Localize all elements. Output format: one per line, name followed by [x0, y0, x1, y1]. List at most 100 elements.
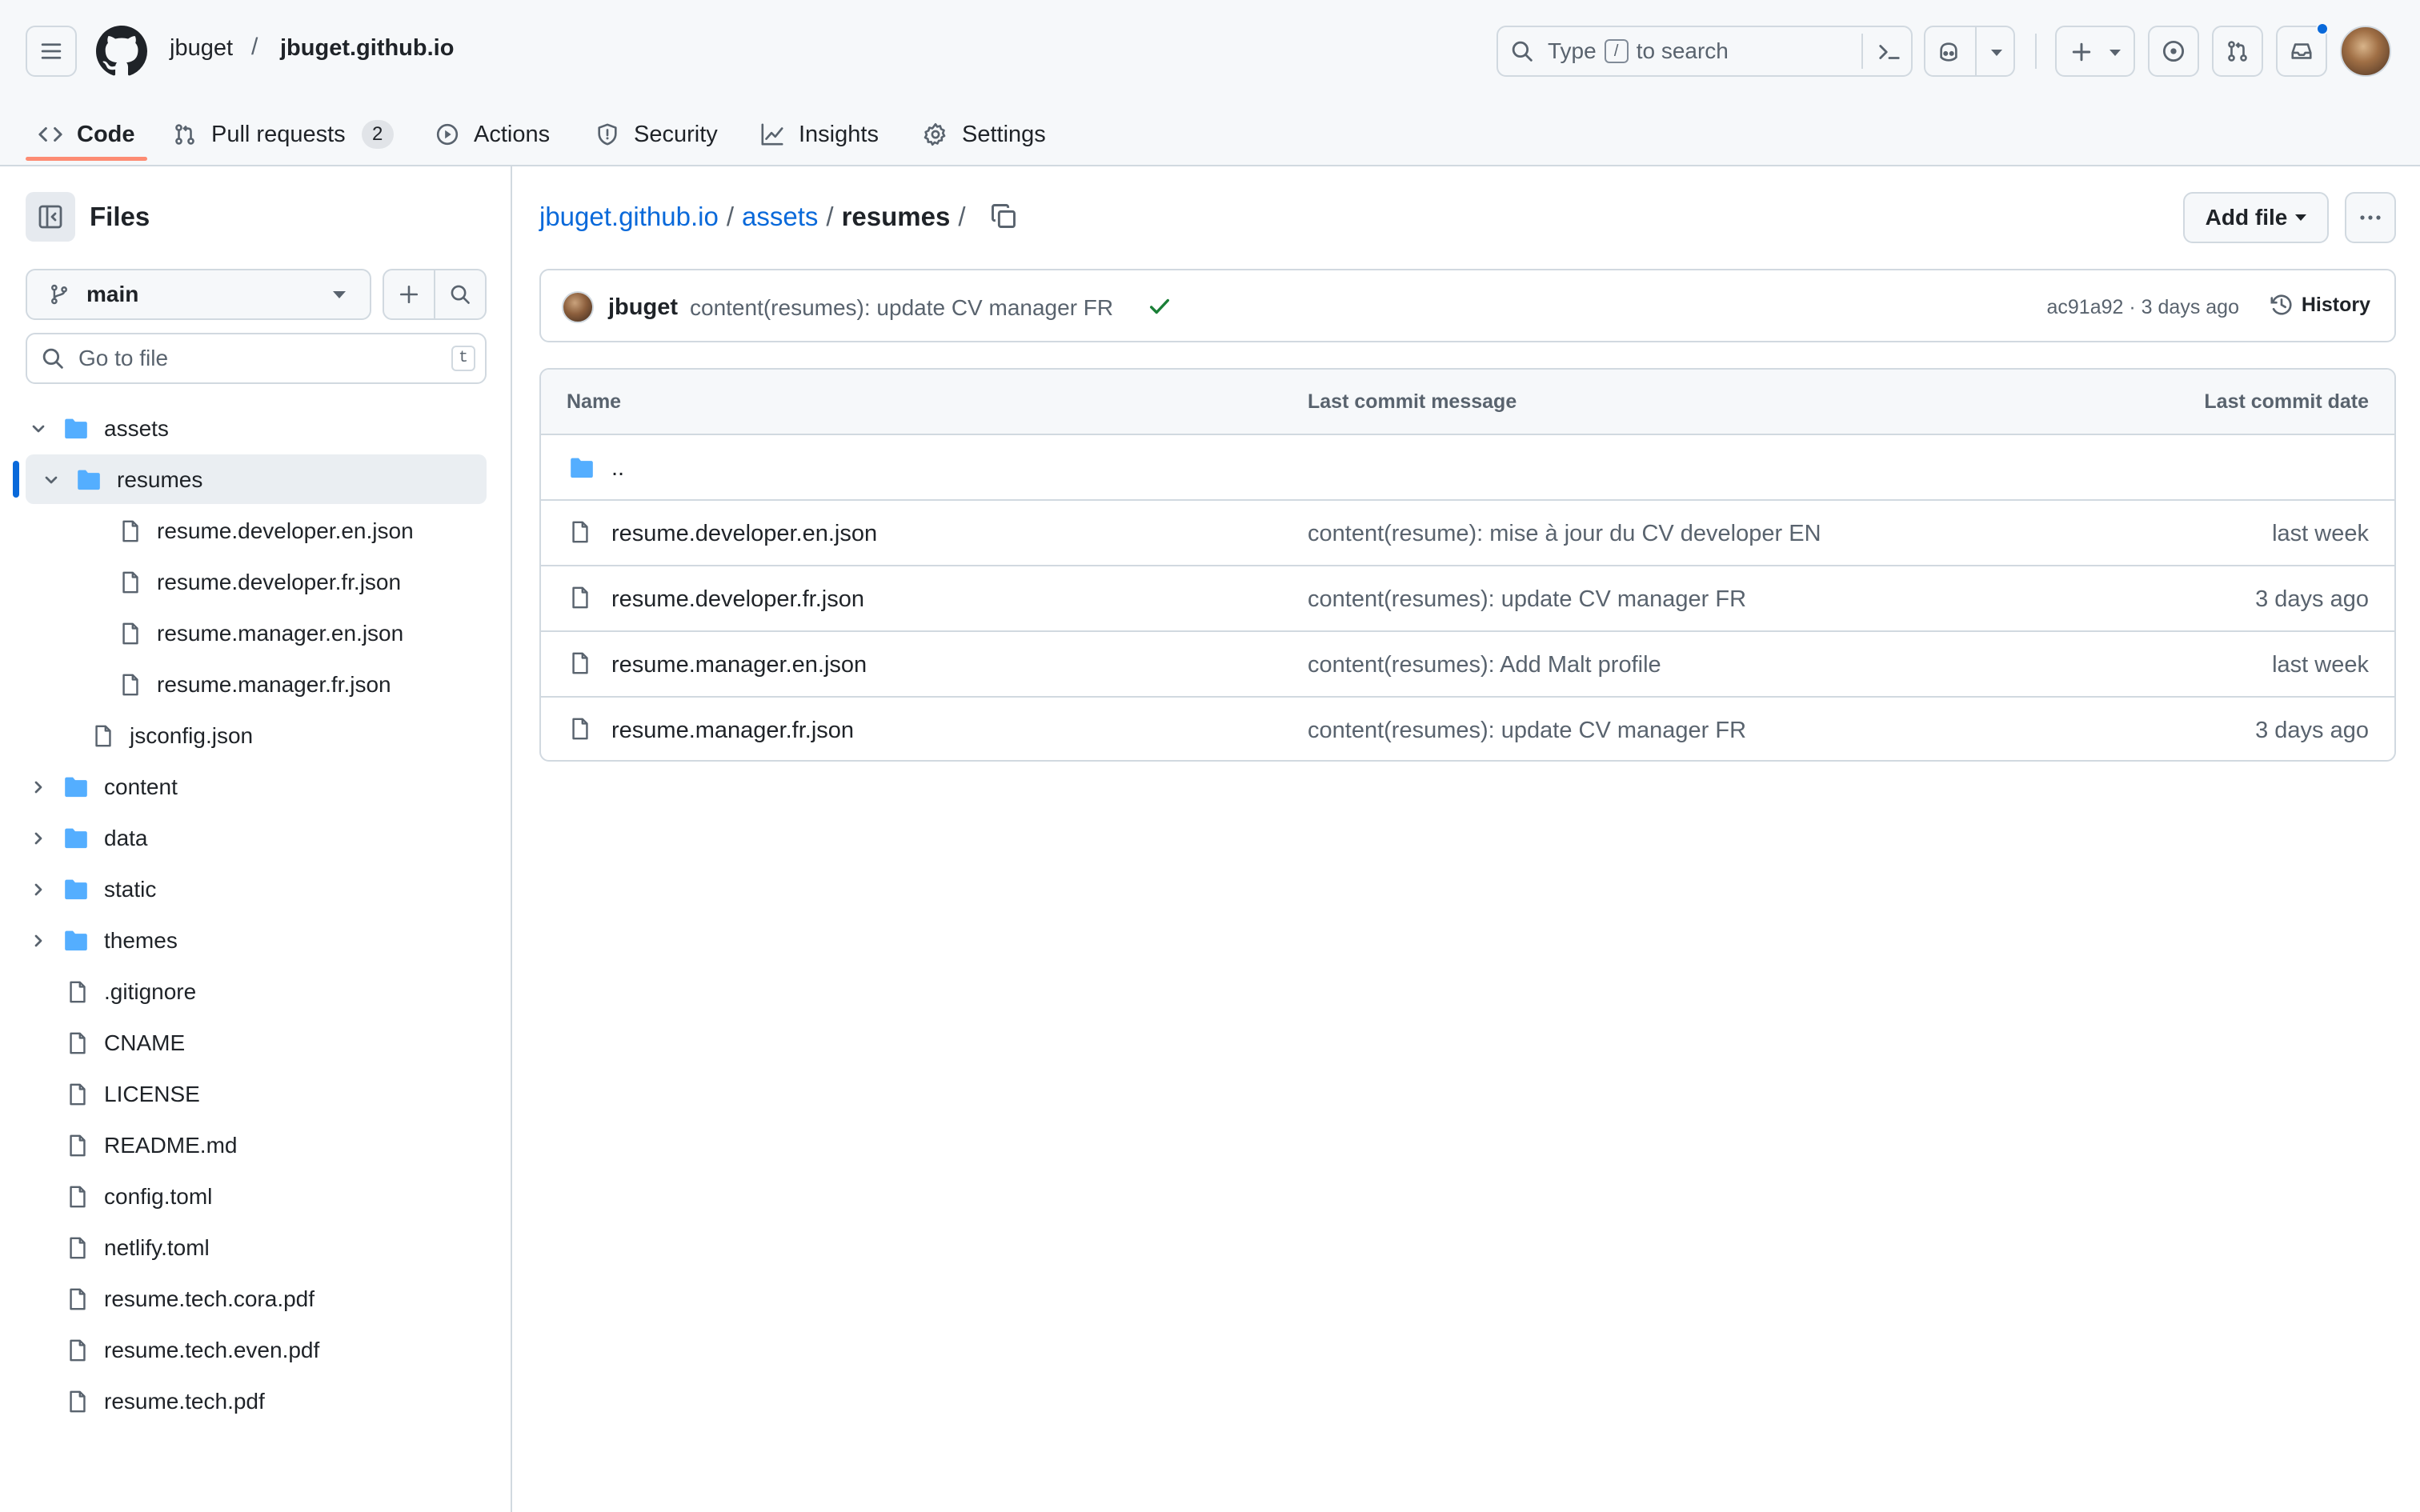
file-name-link[interactable]: resume.manager.en.json [611, 652, 867, 678]
global-search-input[interactable]: Type / to search [1496, 26, 1913, 77]
search-icon[interactable] [450, 284, 471, 305]
tree-item-label: LICENSE [104, 1082, 200, 1106]
directory-listing-table: Name Last commit message Last commit dat… [539, 368, 2396, 762]
more-options-button[interactable] [2345, 192, 2396, 243]
column-header-message: Last commit message [1308, 390, 1517, 413]
plus-icon[interactable] [399, 284, 419, 305]
tree-file[interactable]: netlify.toml [29, 1224, 210, 1272]
chevron-right-icon[interactable] [29, 829, 48, 848]
files-title: Files [90, 202, 150, 231]
tree-file[interactable]: resume.tech.pdf [29, 1378, 265, 1426]
breadcrumb-separator: / [826, 202, 834, 231]
gear-icon [924, 122, 946, 146]
tree-file[interactable]: resume.developer.fr.json [82, 558, 401, 606]
repo-name-link[interactable]: jbuget.github.io [280, 35, 454, 62]
breadcrumb-separator: / [958, 202, 966, 231]
file-icon [572, 652, 588, 674]
file-commit-message-link[interactable]: content(resumes): update CV manager FR [1308, 586, 1746, 613]
file-commit-message-link[interactable]: content(resumes): update CV manager FR [1308, 718, 1746, 744]
latest-commit-bar: jbuget content(resumes): update CV manag… [539, 269, 2396, 342]
tree-folder-assets[interactable]: assets [29, 405, 169, 453]
tab-settings[interactable]: Settings [924, 102, 1046, 166]
tree-file[interactable]: README.md [29, 1122, 237, 1170]
search-icon [42, 348, 63, 369]
go-to-file-input[interactable]: Go to file t [26, 333, 487, 384]
breadcrumb-repo-link[interactable]: jbuget.github.io [539, 202, 719, 232]
commit-message-link[interactable]: content(resumes): update CV manager FR [690, 295, 1113, 321]
table-row[interactable]: resume.developer.en.json content(resume):… [541, 501, 2394, 566]
tree-folder-static[interactable]: static [29, 866, 156, 914]
chevron-right-icon[interactable] [29, 931, 48, 950]
create-new-button[interactable] [2055, 26, 2135, 77]
file-name-link[interactable]: resume.manager.fr.json [611, 718, 854, 744]
tab-insights[interactable]: Insights [760, 102, 879, 166]
branch-selector[interactable]: main [26, 269, 371, 320]
selected-tree-item-indicator [13, 461, 19, 498]
tree-file[interactable]: resume.tech.even.pdf [29, 1326, 319, 1374]
tree-folder-content[interactable]: content [29, 763, 178, 811]
tree-file[interactable]: resume.tech.cora.pdf [29, 1275, 315, 1323]
command-palette-icon[interactable] [1877, 40, 1901, 64]
chevron-down-icon[interactable] [42, 470, 61, 490]
tree-file[interactable]: resume.developer.en.json [82, 507, 414, 555]
tab-label: Insights [799, 121, 879, 147]
table-row[interactable]: resume.developer.fr.json content(resumes)… [541, 566, 2394, 632]
tab-actions[interactable]: Actions [435, 102, 550, 166]
commit-author-link[interactable]: jbuget [608, 294, 678, 321]
chevron-down-icon[interactable] [1991, 50, 2002, 56]
file-icon [95, 725, 111, 747]
breadcrumb-folder-link[interactable]: assets [742, 202, 818, 232]
tab-security[interactable]: Security [595, 102, 718, 166]
copilot-button-group[interactable] [1924, 26, 2015, 77]
user-avatar[interactable] [2340, 26, 2391, 77]
github-logo-icon[interactable] [96, 26, 147, 77]
tree-file[interactable]: .gitignore [29, 968, 196, 1016]
commit-hash-link[interactable]: ac91a92 [2047, 296, 2124, 318]
tree-file[interactable]: LICENSE [29, 1070, 200, 1118]
file-icon [70, 1390, 86, 1413]
tree-item-label: netlify.toml [104, 1235, 210, 1260]
inbox-button[interactable] [2276, 22, 2329, 77]
history-button[interactable]: History [2270, 293, 2370, 317]
chevron-right-icon[interactable] [29, 880, 48, 899]
file-commit-message-link[interactable]: content(resume): mise à jour du CV devel… [1308, 521, 1821, 547]
tree-item-label: CNAME [104, 1030, 186, 1055]
tree-file[interactable]: CNAME [29, 1019, 185, 1067]
tree-folder-themes[interactable]: themes [29, 917, 178, 965]
tree-file[interactable]: resume.manager.en.json [82, 610, 403, 658]
pull-requests-button[interactable] [2212, 26, 2263, 77]
add-file-button[interactable]: Add file [2183, 192, 2329, 243]
column-header-name: Name [567, 390, 622, 413]
menu-button[interactable] [26, 26, 77, 77]
chevron-right-icon[interactable] [29, 778, 48, 797]
file-commit-message-link[interactable]: content(resumes): Add Malt profile [1308, 652, 1661, 678]
hamburger-icon [41, 43, 62, 59]
issues-button[interactable] [2148, 26, 2199, 77]
table-row[interactable]: resume.manager.fr.json content(resumes): … [541, 698, 2394, 760]
chevron-down-icon[interactable] [29, 419, 48, 438]
tree-folder-resumes[interactable]: resumes [42, 456, 202, 504]
branch-name: main [86, 282, 139, 306]
folder-icon [65, 777, 87, 798]
tree-item-label: resume.manager.en.json [157, 621, 404, 646]
tree-item-label: assets [104, 416, 169, 441]
parent-directory-row[interactable]: .. [541, 435, 2394, 501]
file-name-link[interactable]: resume.developer.fr.json [611, 586, 864, 613]
file-icon [122, 520, 138, 542]
tree-file[interactable]: jsconfig.json [54, 712, 253, 760]
history-icon [2270, 294, 2292, 315]
table-row[interactable]: resume.manager.en.json content(resumes): … [541, 632, 2394, 698]
tree-file[interactable]: resume.manager.fr.json [82, 661, 391, 709]
copy-path-button[interactable] [989, 202, 1018, 230]
tree-file[interactable]: config.toml [29, 1173, 212, 1221]
file-name-link[interactable]: resume.developer.en.json [611, 521, 877, 547]
commit-author-avatar[interactable] [562, 291, 594, 323]
repo-owner-link[interactable]: jbuget [170, 35, 233, 62]
tab-pull-requests[interactable]: Pull requests 2 [173, 102, 394, 166]
collapse-sidebar-button[interactable] [26, 192, 75, 242]
tree-item-label: resume.tech.cora.pdf [104, 1286, 315, 1311]
parent-directory-link[interactable]: .. [611, 455, 624, 482]
tree-folder-data[interactable]: data [29, 814, 148, 862]
check-icon[interactable] [1148, 294, 1172, 318]
chevron-down-icon [2109, 50, 2121, 56]
